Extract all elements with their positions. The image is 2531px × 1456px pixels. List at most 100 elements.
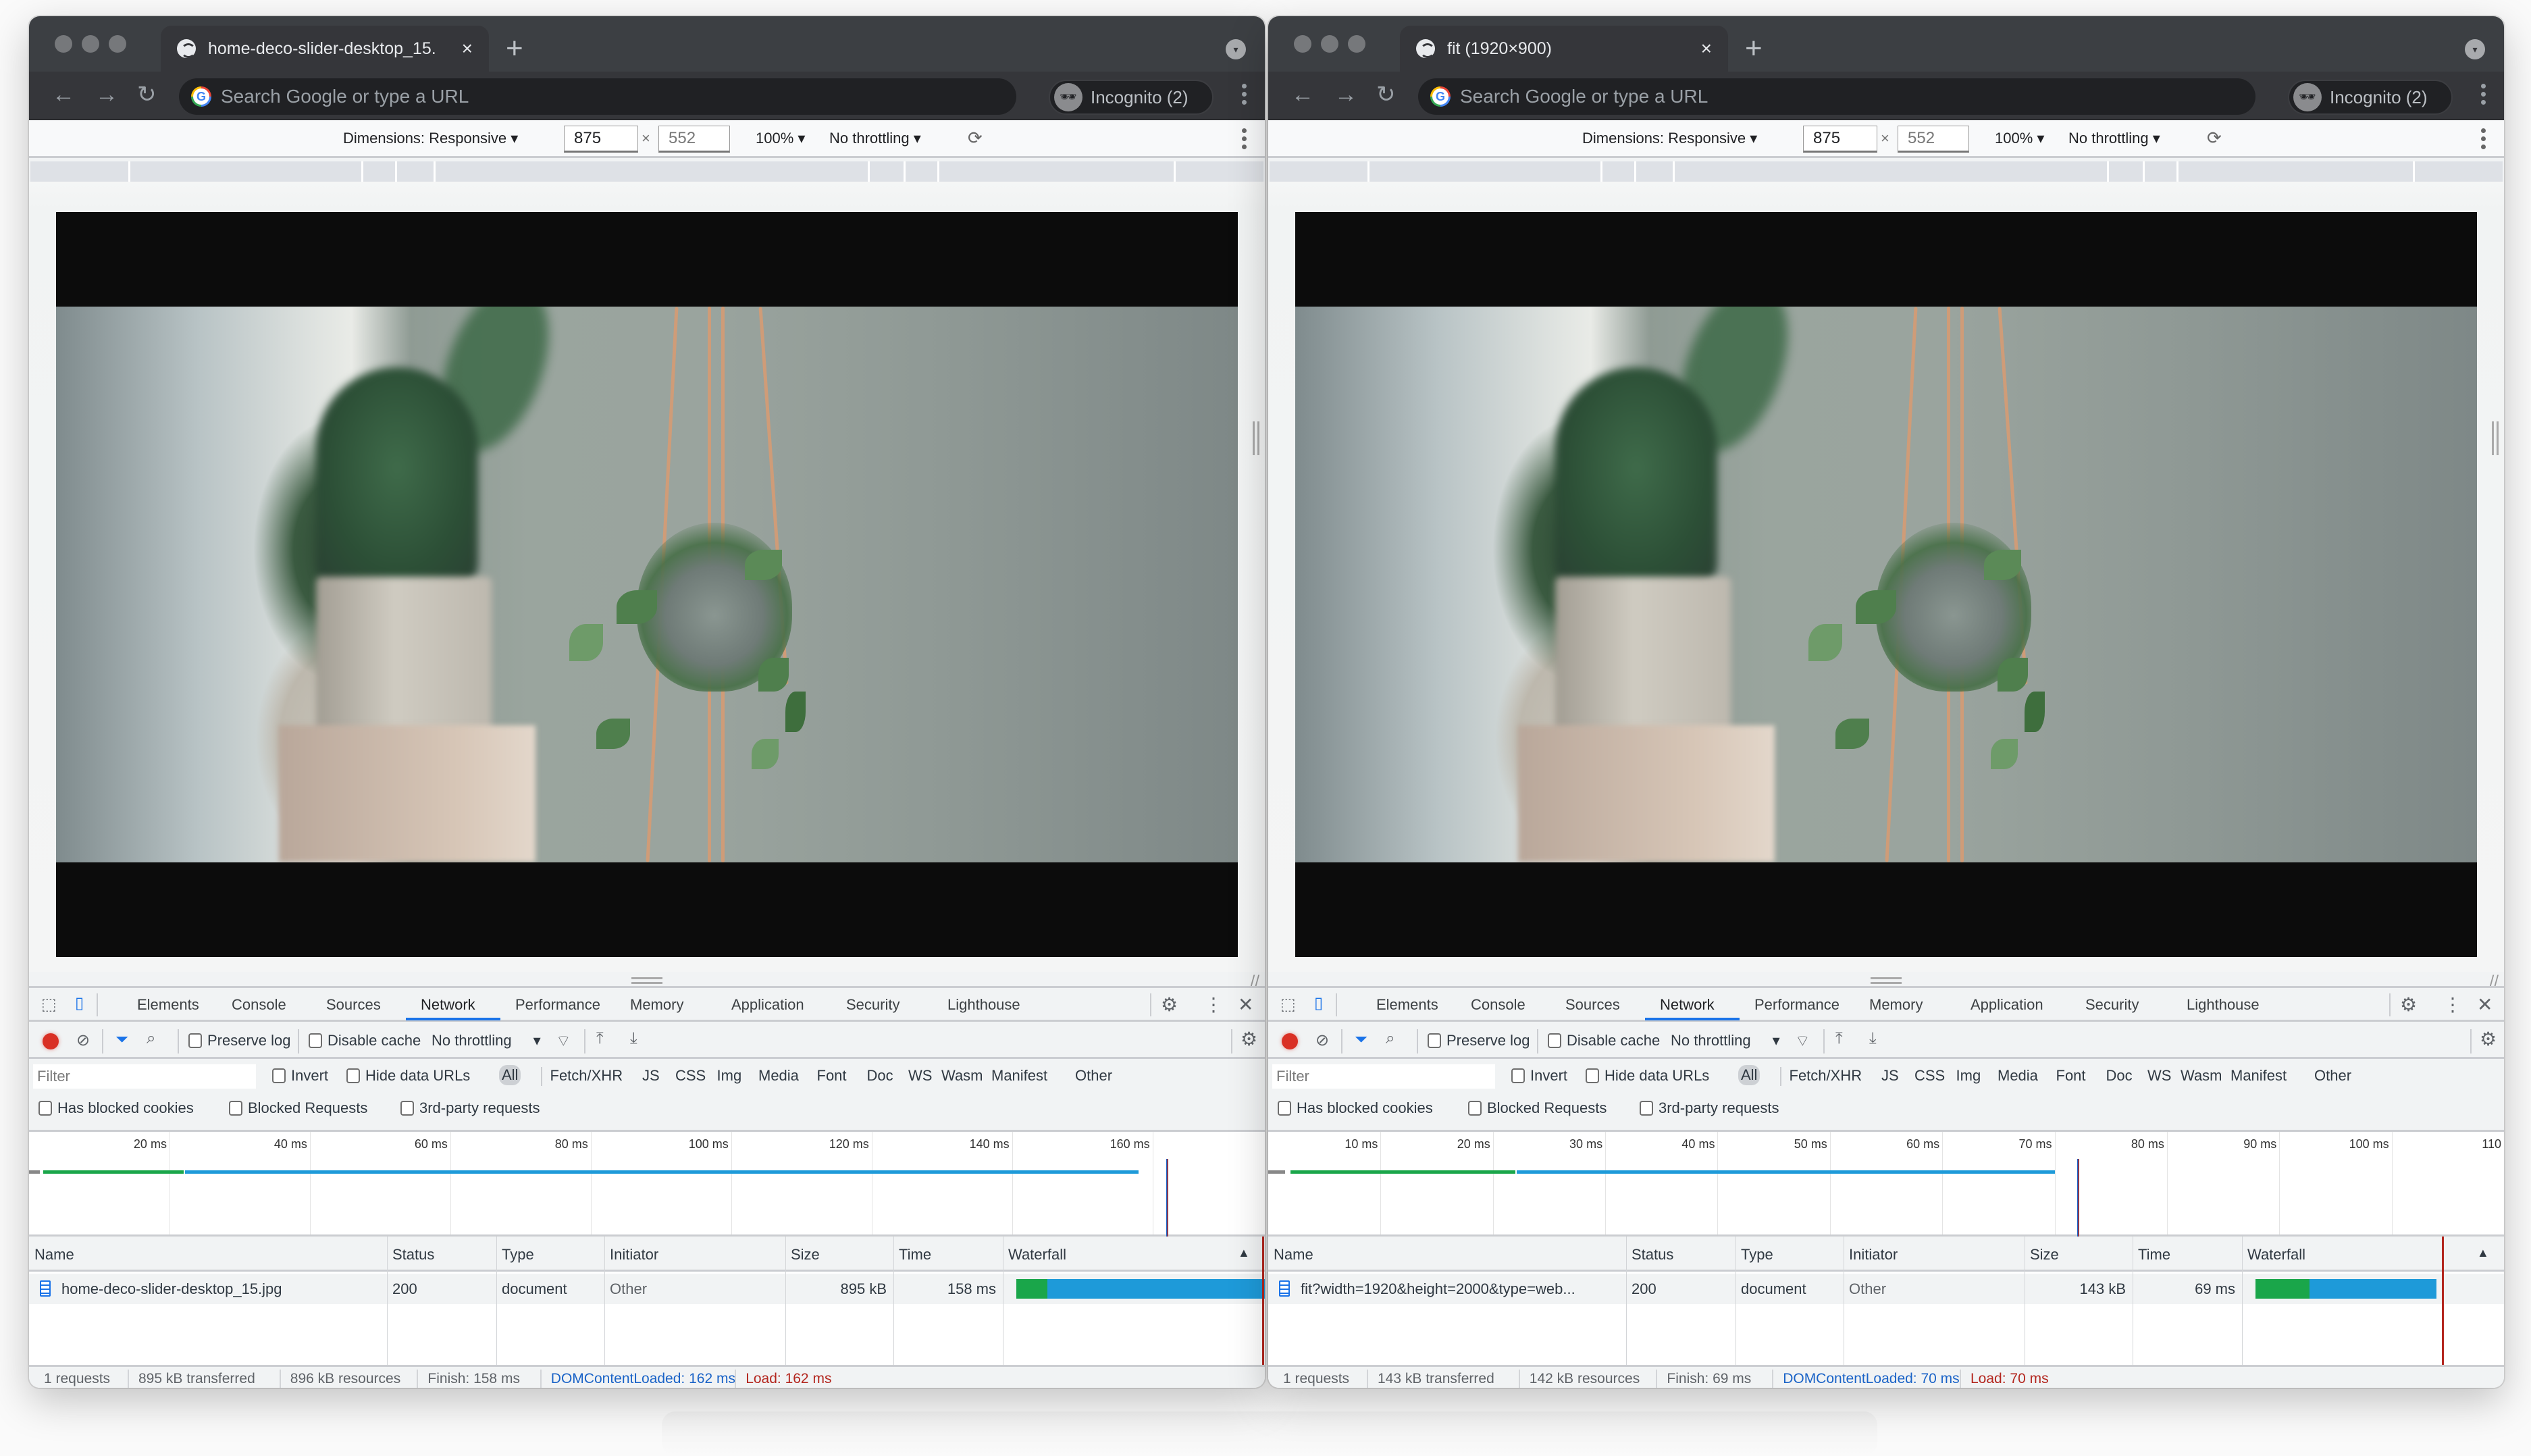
incognito-button[interactable]: 🕶 Incognito (2) xyxy=(2288,80,2453,115)
third-party-requests-checkbox[interactable]: 3rd-party requests xyxy=(400,1099,540,1117)
inspect-element-icon[interactable]: ⬚ xyxy=(1280,995,1296,1014)
filter-type-ws[interactable]: WS xyxy=(2147,1067,2171,1085)
filter-type-media[interactable]: Media xyxy=(1998,1067,2038,1085)
devtools-tab-console[interactable]: Console xyxy=(232,996,286,1014)
filter-type-css[interactable]: CSS xyxy=(1914,1067,1945,1085)
filter-input[interactable]: Filter xyxy=(33,1064,256,1089)
cell-initiator[interactable]: Other xyxy=(1849,1280,1886,1298)
new-tab-button[interactable]: + xyxy=(506,34,523,63)
sort-ascending-icon[interactable]: ▲ xyxy=(2477,1246,2489,1260)
viewport-resize-handle-bottom[interactable] xyxy=(1871,977,1902,984)
filter-input[interactable]: Filter xyxy=(1272,1064,1495,1089)
incognito-button[interactable]: 🕶 Incognito (2) xyxy=(1049,80,1214,115)
disable-cache-checkbox[interactable]: Disable cache xyxy=(1548,1032,1660,1049)
clear-icon[interactable]: ⊘ xyxy=(1315,1031,1329,1050)
filter-type-manifest[interactable]: Manifest xyxy=(991,1067,1047,1085)
column-divider[interactable] xyxy=(785,1237,786,1365)
search-icon[interactable]: ⌕ xyxy=(147,1029,155,1048)
tab-search-icon[interactable]: ▾ xyxy=(2465,39,2485,59)
filter-type-font[interactable]: Font xyxy=(2056,1067,2086,1085)
filter-type-other[interactable]: Other xyxy=(2314,1067,2351,1085)
table-row[interactable]: fit?width=1920&height=2000&type=web... 20… xyxy=(1268,1274,2504,1304)
third-party-requests-checkbox[interactable]: 3rd-party requests xyxy=(1640,1099,1779,1117)
media-query-ruler[interactable] xyxy=(30,161,1263,182)
filter-type-fetch-xhr[interactable]: Fetch/XHR xyxy=(550,1067,623,1085)
cell-initiator[interactable]: Other xyxy=(610,1280,647,1298)
devtools-menu-icon[interactable]: ⋮ xyxy=(1204,993,1223,1016)
import-har-icon[interactable]: ⤒ xyxy=(1835,1029,1843,1048)
devtools-menu-icon[interactable]: ⋮ xyxy=(2443,993,2462,1016)
viewport-resize-handle-bottom[interactable] xyxy=(631,977,662,984)
dimensions-dropdown[interactable]: Dimensions: Responsive ▾ xyxy=(343,130,518,147)
cell-name[interactable]: home-deco-slider-desktop_15.jpg xyxy=(61,1280,379,1298)
device-toolbar-menu-icon[interactable] xyxy=(2481,128,2486,149)
disable-cache-checkbox[interactable]: Disable cache xyxy=(309,1032,421,1049)
network-settings-icon[interactable]: ⚙ xyxy=(1241,1028,1257,1050)
viewport-height-input[interactable]: 552 xyxy=(1898,126,1969,153)
rotate-icon[interactable]: ⟳ xyxy=(968,128,983,149)
device-throttling-dropdown[interactable]: No throttling ▾ xyxy=(2068,130,2160,147)
rotate-icon[interactable]: ⟳ xyxy=(2207,128,2222,149)
column-header-time[interactable]: Time xyxy=(899,1246,931,1264)
network-settings-icon[interactable]: ⚙ xyxy=(2480,1028,2497,1050)
hide-data-urls-checkbox[interactable]: Hide data URLs xyxy=(346,1067,470,1085)
maximize-window-button[interactable] xyxy=(109,35,126,53)
column-divider[interactable] xyxy=(2242,1237,2243,1365)
device-toggle-icon[interactable]: ▯ xyxy=(1314,993,1323,1013)
network-throttling-dropdown[interactable]: No throttling ▾ xyxy=(432,1032,541,1049)
column-divider[interactable] xyxy=(893,1237,894,1365)
blocked-requests-checkbox[interactable]: Blocked Requests xyxy=(1468,1099,1607,1117)
close-devtools-icon[interactable]: ✕ xyxy=(1238,993,1253,1016)
devtools-tab-sources[interactable]: Sources xyxy=(1565,996,1620,1014)
filter-type-img[interactable]: Img xyxy=(717,1067,742,1085)
filter-type-ws[interactable]: WS xyxy=(908,1067,932,1085)
devtools-tab-network[interactable]: Network xyxy=(1660,996,1715,1014)
preserve-log-checkbox[interactable]: Preserve log xyxy=(1428,1032,1530,1049)
viewport-resize-handle-right[interactable] xyxy=(1253,421,1259,455)
devtools-tab-elements[interactable]: Elements xyxy=(137,996,199,1014)
devtools-tab-security[interactable]: Security xyxy=(2085,996,2139,1014)
column-header-size[interactable]: Size xyxy=(2030,1246,2059,1264)
device-toolbar-menu-icon[interactable] xyxy=(1242,128,1247,149)
network-overview[interactable]: 10 ms 20 ms 30 ms 40 ms 50 ms 60 ms 70 ms 80 ms… xyxy=(1268,1130,2504,1239)
back-icon[interactable]: ← xyxy=(52,81,75,108)
forward-icon[interactable]: → xyxy=(1334,81,1357,108)
column-header-initiator[interactable]: Initiator xyxy=(610,1246,658,1264)
has-blocked-cookies-checkbox[interactable]: Has blocked cookies xyxy=(38,1099,194,1117)
filter-type-other[interactable]: Other xyxy=(1075,1067,1112,1085)
viewport-width-input[interactable]: 875 xyxy=(564,126,638,153)
devtools-tab-network[interactable]: Network xyxy=(421,996,475,1014)
column-header-type[interactable]: Type xyxy=(1741,1246,1773,1264)
devtools-tab-memory[interactable]: Memory xyxy=(1869,996,1923,1014)
invert-checkbox[interactable]: Invert xyxy=(1511,1067,1567,1085)
close-tab-icon[interactable]: × xyxy=(1701,39,1712,58)
reload-icon[interactable]: ↻ xyxy=(137,81,157,108)
filter-type-all[interactable]: All xyxy=(499,1065,521,1085)
device-throttling-dropdown[interactable]: No throttling ▾ xyxy=(829,130,921,147)
devtools-tab-sources[interactable]: Sources xyxy=(326,996,381,1014)
filter-type-font[interactable]: Font xyxy=(817,1067,847,1085)
column-header-name[interactable]: Name xyxy=(34,1246,74,1264)
record-icon[interactable] xyxy=(1282,1033,1298,1049)
filter-type-media[interactable]: Media xyxy=(758,1067,799,1085)
column-header-status[interactable]: Status xyxy=(1632,1246,1673,1264)
column-divider[interactable] xyxy=(1626,1237,1627,1365)
tab-search-icon[interactable]: ▾ xyxy=(1226,39,1246,59)
network-throttling-dropdown[interactable]: No throttling ▾ xyxy=(1671,1032,1780,1049)
filter-type-js[interactable]: JS xyxy=(1881,1067,1899,1085)
cell-name[interactable]: fit?width=1920&height=2000&type=web... xyxy=(1301,1280,1618,1298)
devtools-tab-performance[interactable]: Performance xyxy=(1754,996,1839,1014)
devtools-tab-performance[interactable]: Performance xyxy=(515,996,600,1014)
record-icon[interactable] xyxy=(43,1033,59,1049)
filter-icon[interactable]: ⏷ xyxy=(115,1031,128,1049)
dimensions-dropdown[interactable]: Dimensions: Responsive ▾ xyxy=(1582,130,1757,147)
column-divider[interactable] xyxy=(496,1237,497,1365)
column-header-initiator[interactable]: Initiator xyxy=(1849,1246,1898,1264)
devtools-tab-elements[interactable]: Elements xyxy=(1376,996,1438,1014)
devtools-settings-icon[interactable]: ⚙ xyxy=(1161,993,1178,1016)
filter-type-wasm[interactable]: Wasm xyxy=(941,1067,983,1085)
filter-type-fetch-xhr[interactable]: Fetch/XHR xyxy=(1790,1067,1862,1085)
browser-menu-icon[interactable] xyxy=(1242,84,1247,105)
new-tab-button[interactable]: + xyxy=(1745,34,1763,63)
filter-type-all[interactable]: All xyxy=(1738,1065,1760,1085)
